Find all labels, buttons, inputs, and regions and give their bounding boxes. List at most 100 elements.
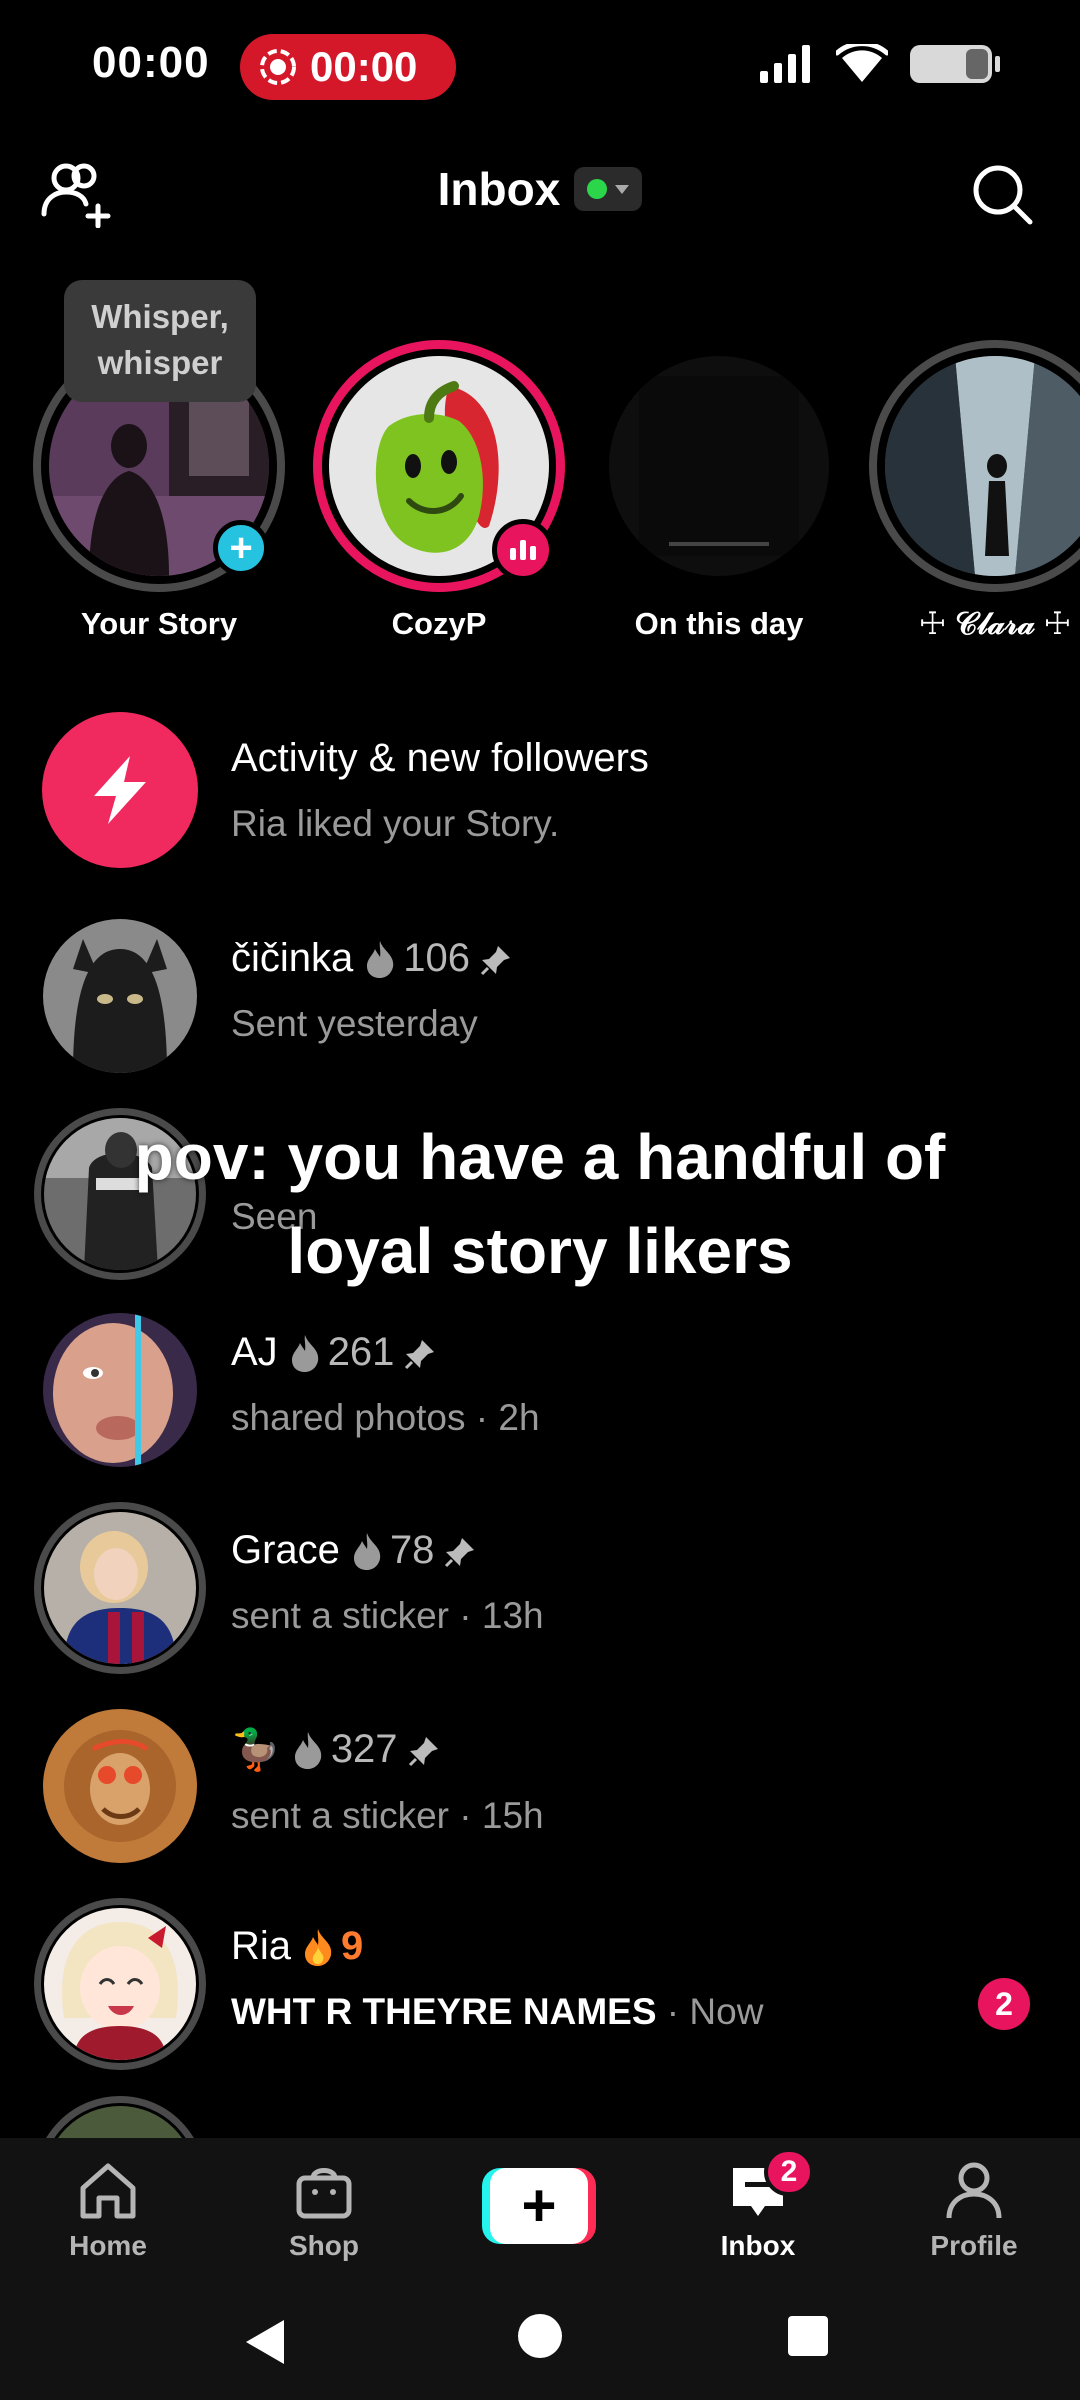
activity-row[interactable]: Activity & new followers Ria liked your … <box>0 700 1080 880</box>
create-button[interactable]: + <box>482 2168 596 2244</box>
nav-profile[interactable]: Profile <box>894 2160 1054 2262</box>
online-status-dropdown[interactable] <box>574 167 643 211</box>
signal-icon <box>760 45 810 83</box>
avatar <box>43 1313 197 1467</box>
story-tooltip: Whisper, whisper <box>64 280 256 402</box>
screen-recording-indicator[interactable]: 00:00 <box>240 34 456 100</box>
avatar <box>44 1908 196 2060</box>
streak-counter: 261 <box>288 1330 395 1375</box>
page-title: Inbox <box>437 163 561 215</box>
conversation-row[interactable]: 🦆 327 sent a sticker · 15h <box>0 1690 1080 1870</box>
pin-icon <box>408 1736 438 1766</box>
conversation-row[interactable]: čičinka 106 Sent yesterday <box>0 900 1080 1080</box>
contact-name: čičinka <box>231 936 354 980</box>
wifi-icon <box>836 44 888 82</box>
message-preview: sent a sticker · 15h <box>231 1795 544 1836</box>
message-time: Now <box>689 1991 764 2032</box>
contact-name: 🦆 <box>231 1728 281 1772</box>
story-name: Your Story <box>80 606 238 641</box>
flame-icon <box>305 1928 332 1966</box>
activity-bolt-icon <box>42 712 198 868</box>
status-bar: 00:00 00:00 <box>0 0 1080 130</box>
message-preview: Sent yesterday <box>231 1003 478 1044</box>
contact-name: Ria <box>231 1924 292 1968</box>
home-circle-icon[interactable] <box>518 2314 562 2358</box>
streak-count: 9 <box>341 1924 364 1968</box>
nav-profile-label: Profile <box>930 2230 1018 2261</box>
message-preview: Seen <box>231 1196 318 1237</box>
inbox-badge: 2 <box>764 2148 814 2196</box>
add-story-plus-icon[interactable]: + <box>213 520 269 576</box>
plus-icon: + <box>490 2168 588 2244</box>
flame-icon <box>367 940 394 978</box>
pin-icon <box>480 945 511 975</box>
activity-subtitle: Ria liked your Story. <box>231 803 560 844</box>
search-button[interactable] <box>970 162 1036 228</box>
recent-apps-icon[interactable] <box>788 2316 828 2356</box>
story-clara[interactable]: ☩ 𝒞𝓁𝒶𝓇𝒶 ☩ <box>865 340 1080 643</box>
avatar <box>44 2106 196 2138</box>
flame-icon <box>291 1334 318 1372</box>
streak-counter: 327 <box>291 1727 398 1772</box>
flame-icon <box>294 1731 322 1769</box>
streak-count: 106 <box>403 936 471 980</box>
battery-icon <box>910 45 1000 83</box>
contact-name: AJ <box>231 1330 278 1374</box>
story-thumbnail <box>885 356 1080 576</box>
avatar <box>44 1512 196 1664</box>
unread-badge: 2 <box>978 1978 1030 2030</box>
message-time: 13h <box>481 1595 544 1636</box>
conversation-row[interactable]: Seen <box>0 1098 1080 1280</box>
activity-title: Activity & new followers <box>231 736 649 780</box>
online-status-dot <box>587 179 608 199</box>
nav-inbox[interactable]: 2 Inbox <box>678 2148 838 2262</box>
chevron-down-icon <box>615 184 630 194</box>
streak-counter: 9 <box>301 1924 363 1969</box>
story-on-this-day[interactable]: On this day <box>589 340 849 642</box>
avatar <box>43 1709 197 1863</box>
message-time: 2h <box>498 1397 540 1438</box>
nav-home-label: Home <box>69 2230 147 2261</box>
story-cozyp[interactable]: CozyP <box>309 340 569 642</box>
conversation-row[interactable]: Ria 9 WHT R THEYRE NAMES · Now 2 <box>0 1888 1080 2070</box>
status-clock: 00:00 <box>92 38 210 87</box>
search-icon <box>973 165 1033 225</box>
nav-home[interactable]: Home <box>28 2160 188 2262</box>
conversation-row[interactable] <box>0 2086 1080 2138</box>
pin-icon <box>445 1537 475 1567</box>
story-name: CozyP <box>391 606 487 641</box>
preview-text: sent a sticker <box>231 1795 449 1836</box>
inbox-header: Inbox <box>0 150 1080 240</box>
streak-count: 78 <box>389 1528 435 1572</box>
streak-count: 327 <box>330 1727 398 1771</box>
conversation-row[interactable]: Grace 78 sent a sticker · 13h <box>0 1492 1080 1674</box>
avatar <box>44 1118 196 1270</box>
shop-icon <box>296 2168 352 2219</box>
contact-name: Grace <box>231 1528 340 1572</box>
live-activity-icon <box>492 519 554 581</box>
back-icon[interactable] <box>246 2320 284 2364</box>
home-icon <box>80 2163 136 2219</box>
message-preview: sent a sticker · 13h <box>231 1595 544 1636</box>
message-preview: WHT R THEYRE NAMES · Now <box>231 1991 764 2032</box>
nav-shop-label: Shop <box>289 2230 359 2261</box>
story-name: On this day <box>634 606 804 641</box>
flame-icon <box>353 1532 381 1570</box>
preview-text: sent a sticker <box>231 1595 449 1636</box>
stories-row: + Your Story CozyP On this day ☩ 𝒞𝓁𝒶𝓇𝒶 ☩… <box>0 280 1080 650</box>
bottom-navigation: Home Shop + 2 Inbox Profile <box>0 2138 1080 2290</box>
streak-count: 261 <box>327 1330 395 1374</box>
message-time: 15h <box>481 1795 544 1836</box>
system-navigation-bar <box>0 2290 1080 2400</box>
nav-inbox-label: Inbox <box>720 2230 796 2261</box>
record-icon <box>258 47 298 87</box>
conversation-row[interactable]: AJ 261 shared photos · 2h <box>0 1294 1080 1474</box>
message-preview: shared photos · 2h <box>231 1397 540 1438</box>
preview-text: WHT R THEYRE NAMES <box>231 1991 657 2032</box>
nav-shop[interactable]: Shop <box>244 2160 404 2262</box>
story-name: ☩ 𝒞𝓁𝒶𝓇𝒶 ☩ <box>918 606 1072 641</box>
streak-counter: 78 <box>350 1528 435 1573</box>
profile-icon <box>946 2162 1002 2219</box>
pin-icon <box>405 1339 435 1369</box>
story-thumbnail <box>609 356 829 576</box>
